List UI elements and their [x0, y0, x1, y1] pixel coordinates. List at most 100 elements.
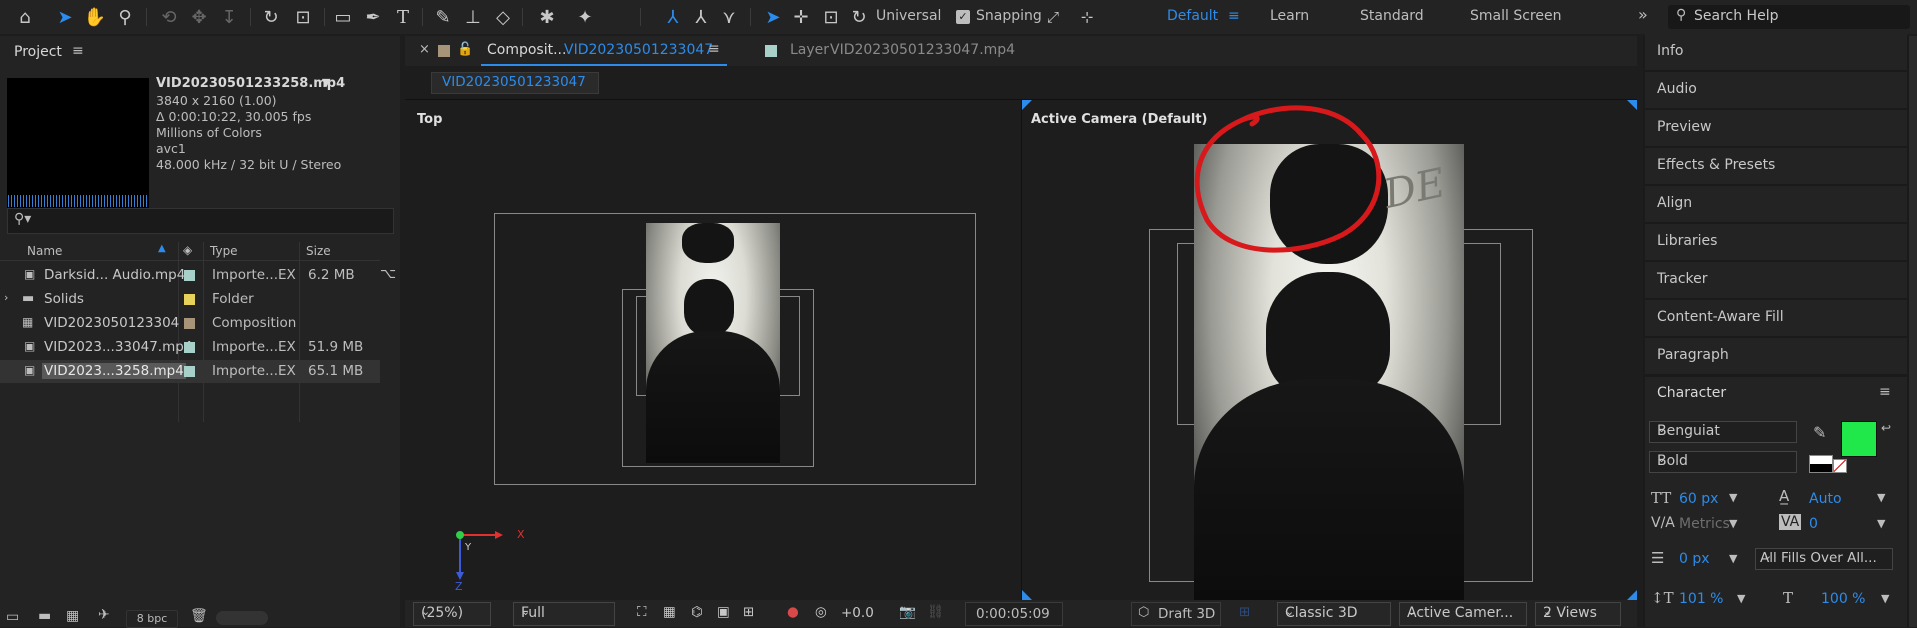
brush-tool-icon[interactable]: ✎: [430, 4, 456, 30]
hand-tool-icon[interactable]: ✋: [82, 4, 108, 30]
snapping-checkbox[interactable]: ✓: [956, 10, 970, 24]
pan-camera-icon[interactable]: ✥: [186, 4, 212, 30]
new-composition-icon[interactable]: ▦: [66, 608, 79, 624]
search-help-field[interactable]: ⚲ Search Help: [1668, 5, 1910, 29]
chevron-down-icon[interactable]: ▼: [1737, 592, 1745, 605]
fast-previews-icon[interactable]: ⛶: [637, 604, 646, 620]
leading-value[interactable]: Auto: [1809, 491, 1842, 507]
flowchart-icon[interactable]: ⌥: [380, 266, 396, 282]
renderer-dropdown[interactable]: Classic 3D ⌄: [1277, 602, 1391, 626]
timecode-field[interactable]: 0:00:05:09: [965, 602, 1063, 626]
font-family-dropdown[interactable]: Benguiat ⌄: [1649, 421, 1797, 443]
chevron-down-icon[interactable]: ▼: [1729, 517, 1737, 530]
zoom-dropdown[interactable]: (25%) ⌄: [413, 602, 491, 626]
tab-composition-name[interactable]: VID20230501233047: [564, 42, 713, 58]
project-menu-icon[interactable]: ≡: [72, 43, 84, 59]
column-size[interactable]: Size: [306, 244, 331, 258]
views-dropdown[interactable]: 2 Views ⌄: [1535, 602, 1621, 626]
swap-colors-icon[interactable]: ↩: [1881, 421, 1891, 435]
panel-preview[interactable]: Preview: [1645, 110, 1907, 148]
region-of-interest-icon[interactable]: ▣: [717, 604, 730, 620]
file-row[interactable]: › ▬ Solids Folder: [0, 288, 380, 311]
layer-tab-name[interactable]: VID20230501233047.mp4: [830, 42, 1015, 58]
label-color-swatch[interactable]: [184, 342, 195, 353]
panel-tracker[interactable]: Tracker: [1645, 262, 1907, 300]
panel-align[interactable]: Align: [1645, 186, 1907, 224]
puppet-pin-icon[interactable]: ✦: [572, 4, 598, 30]
show-snapshot-icon[interactable]: ⛓: [927, 604, 944, 620]
chevron-down-icon[interactable]: ▼: [1877, 491, 1885, 504]
character-menu-icon[interactable]: ≡: [1879, 384, 1891, 400]
fill-color-swatch[interactable]: [1841, 421, 1877, 457]
stroke-width-value[interactable]: 0 px: [1679, 551, 1710, 567]
grid-guides-icon[interactable]: ⊞: [743, 604, 754, 620]
active-camera-view[interactable]: Active Camera (Default) DE: [1022, 100, 1637, 624]
sort-ascending-icon[interactable]: ▲: [158, 243, 166, 254]
bit-depth-button[interactable]: 8 bpc: [126, 610, 178, 628]
rotate-icon[interactable]: ↻: [846, 4, 872, 30]
tab-menu-icon[interactable]: ≡: [708, 41, 720, 57]
panel-content-aware-fill[interactable]: Content-Aware Fill: [1645, 300, 1907, 338]
mask-visibility-icon[interactable]: ⌬: [691, 604, 703, 620]
rectangle-tool-icon[interactable]: ▭: [330, 4, 356, 30]
label-color-swatch[interactable]: [184, 294, 195, 305]
view-axis-icon[interactable]: ⋎: [716, 4, 742, 30]
label-color-swatch[interactable]: [184, 318, 195, 329]
font-size-value[interactable]: 60 px: [1679, 491, 1718, 507]
file-row-selected[interactable]: ▣ VID2023...3258.mp4 Importe...EX 65.1 M…: [0, 360, 380, 383]
top-view[interactable]: Top X Y Z: [405, 100, 1020, 600]
kerning-value[interactable]: Metrics: [1679, 516, 1730, 532]
horizontal-scale-value[interactable]: 100 %: [1821, 591, 1865, 607]
layer-tab-label[interactable]: Layer: [790, 42, 829, 58]
camera-view-dropdown[interactable]: Active Camer... ⌄: [1399, 602, 1527, 626]
panel-paragraph[interactable]: Paragraph: [1645, 338, 1907, 376]
snap-grid-icon[interactable]: ⊹: [1074, 4, 1100, 30]
selection-tool-icon[interactable]: ➤: [52, 4, 78, 30]
comp-breadcrumb[interactable]: VID20230501233047: [431, 72, 599, 94]
project-settings-icon[interactable]: ✈: [98, 607, 110, 623]
resolution-dropdown[interactable]: Full ⌄: [513, 602, 615, 626]
tracking-value[interactable]: 0: [1809, 516, 1818, 532]
project-search-input[interactable]: ⚲▾: [7, 208, 394, 234]
label-color-swatch[interactable]: [184, 270, 195, 281]
local-axis-icon[interactable]: ⅄: [660, 4, 686, 30]
workspace-menu-icon[interactable]: ≡: [1228, 8, 1240, 24]
panel-effects-presets[interactable]: Effects & Presets: [1645, 148, 1907, 186]
preview-dropdown-icon[interactable]: ▼: [322, 76, 330, 89]
pen-tool-icon[interactable]: ✒: [360, 4, 386, 30]
trash-icon[interactable]: 🗑: [190, 608, 208, 624]
file-row[interactable]: ▣ Darksid... Audio.mp4 Importe...EX 6.2 …: [0, 264, 380, 287]
orbit-camera-icon[interactable]: ⟲: [156, 4, 182, 30]
dolly-camera-icon[interactable]: ↧: [216, 4, 242, 30]
chevron-down-icon[interactable]: ▼: [1877, 517, 1885, 530]
no-fill-icon[interactable]: [1833, 459, 1847, 473]
lock-icon[interactable]: 🔓: [457, 42, 473, 57]
eraser-tool-icon[interactable]: ◇: [490, 4, 516, 30]
zoom-tool-icon[interactable]: ⚲: [112, 4, 138, 30]
thumbnail-slider[interactable]: [216, 611, 268, 625]
interpret-footage-icon[interactable]: ▭: [6, 609, 19, 625]
layer-footage-thumbnail[interactable]: [646, 223, 780, 463]
label-color-swatch[interactable]: [184, 366, 195, 377]
workspace-learn[interactable]: Learn: [1270, 8, 1309, 24]
file-row[interactable]: ▦ VID2023050123304 Composition: [0, 312, 380, 335]
panel-info[interactable]: Info: [1645, 34, 1907, 72]
close-tab-icon[interactable]: ×: [419, 42, 430, 57]
scale-icon[interactable]: ⊡: [818, 4, 844, 30]
tab-composition-label[interactable]: Composit...: [487, 42, 566, 58]
panel-audio[interactable]: Audio: [1645, 72, 1907, 110]
clone-stamp-icon[interactable]: ⊥: [460, 4, 486, 30]
workspace-overflow-icon[interactable]: »: [1638, 5, 1648, 24]
home-icon[interactable]: ⌂: [12, 4, 38, 30]
expand-chevron-icon[interactable]: ›: [4, 291, 8, 304]
roto-brush-icon[interactable]: ✱: [534, 4, 560, 30]
eyedropper-icon[interactable]: ✎: [1813, 423, 1826, 442]
stroke-mode-dropdown[interactable]: All Fills Over All... ⌄: [1755, 548, 1893, 570]
chevron-down-icon[interactable]: ▼: [1881, 592, 1889, 605]
color-management-icon[interactable]: ◎: [815, 604, 827, 620]
default-colors-icon[interactable]: [1809, 455, 1833, 473]
rotate-tool-icon[interactable]: ↻: [258, 4, 284, 30]
exposure-value[interactable]: +0.0: [841, 605, 874, 621]
workspace-standard[interactable]: Standard: [1360, 8, 1424, 24]
transparency-grid-icon[interactable]: ▦: [663, 604, 676, 620]
